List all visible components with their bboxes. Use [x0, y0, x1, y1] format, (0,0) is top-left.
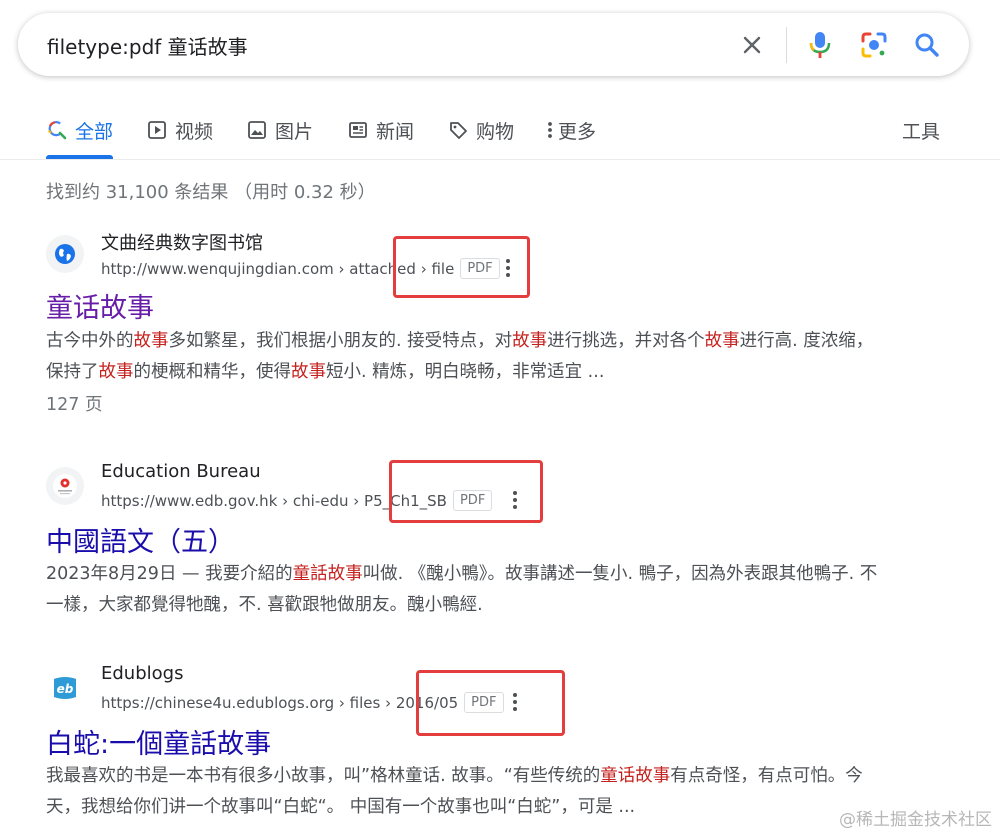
- result-snippet: 我最喜欢的书是一本书有很多小故事，叫”格林童话. 故事。“有些传统的童话故事有点…: [46, 766, 863, 817]
- result-title-link[interactable]: 白蛇:一個童話故事: [46, 722, 271, 761]
- result-title-link[interactable]: 中國語文（五）: [46, 520, 235, 559]
- search-box[interactable]: filetype:pdf 童话故事: [18, 13, 969, 76]
- edublogs-logo-icon: eb: [46, 669, 84, 707]
- tag-icon: [447, 119, 469, 141]
- search-icon[interactable]: [911, 29, 943, 61]
- tab-more[interactable]: 更多: [546, 117, 596, 143]
- search-divider: [786, 27, 787, 63]
- camera-lens-icon[interactable]: [858, 29, 890, 61]
- microphone-icon[interactable]: [804, 29, 836, 61]
- annotation-highlight-box: [389, 460, 543, 523]
- tabs-divider: [0, 159, 1000, 160]
- image-icon: [246, 119, 268, 141]
- close-icon[interactable]: [736, 29, 768, 61]
- result-site-name: 文曲经典数字图书馆: [101, 233, 263, 254]
- search-tabs: 全部 视频 图片 新闻 购物 更多 工具: [0, 100, 1000, 160]
- tab-label: 更多: [558, 120, 597, 143]
- result-snippet: 古今中外的故事多如繁星，我们根据小朋友的. 接受特点，对故事进行挑选，并对各个故…: [46, 331, 874, 382]
- result-site-name: Edublogs: [101, 663, 184, 684]
- more-vert-icon: [546, 119, 554, 141]
- svg-text:eb: eb: [57, 682, 74, 696]
- watermark: @稀土掘金技术社区: [839, 810, 992, 830]
- tab-label: 图片: [275, 120, 314, 143]
- tab-all[interactable]: 全部: [46, 117, 113, 143]
- tab-images[interactable]: 图片: [246, 117, 313, 143]
- search-input[interactable]: filetype:pdf 童话故事: [47, 31, 248, 60]
- tab-label: 购物: [476, 120, 515, 143]
- play-icon: [146, 119, 168, 141]
- news-icon: [347, 119, 369, 141]
- tab-label: 新闻: [376, 120, 415, 143]
- result-stats: 找到约 31,100 条结果 （用时 0.32 秒）: [46, 182, 376, 203]
- tab-label: 全部: [75, 120, 114, 143]
- result-page-count: 127 页: [46, 395, 103, 415]
- tab-shopping[interactable]: 购物: [447, 117, 514, 143]
- result-title-link[interactable]: 童话故事: [46, 286, 154, 325]
- tab-news[interactable]: 新闻: [347, 117, 414, 143]
- result-snippet: 2023年8月29日 — 我要介紹的童話故事叫做. 《醜小鴨》。故事講述一隻小.…: [46, 564, 878, 615]
- search-icon: [46, 119, 68, 141]
- tab-label: 视频: [175, 120, 214, 143]
- edb-logo-icon: [46, 467, 84, 505]
- tools-button[interactable]: 工具: [902, 117, 940, 143]
- result-url-text: https://chinese4u.edublogs.org › files ›…: [101, 693, 459, 712]
- result-site-name: Education Bureau: [101, 461, 261, 482]
- globe-icon: [46, 235, 84, 273]
- annotation-highlight-box: [416, 670, 565, 736]
- tab-videos[interactable]: 视频: [146, 117, 213, 143]
- annotation-highlight-box: [393, 236, 530, 298]
